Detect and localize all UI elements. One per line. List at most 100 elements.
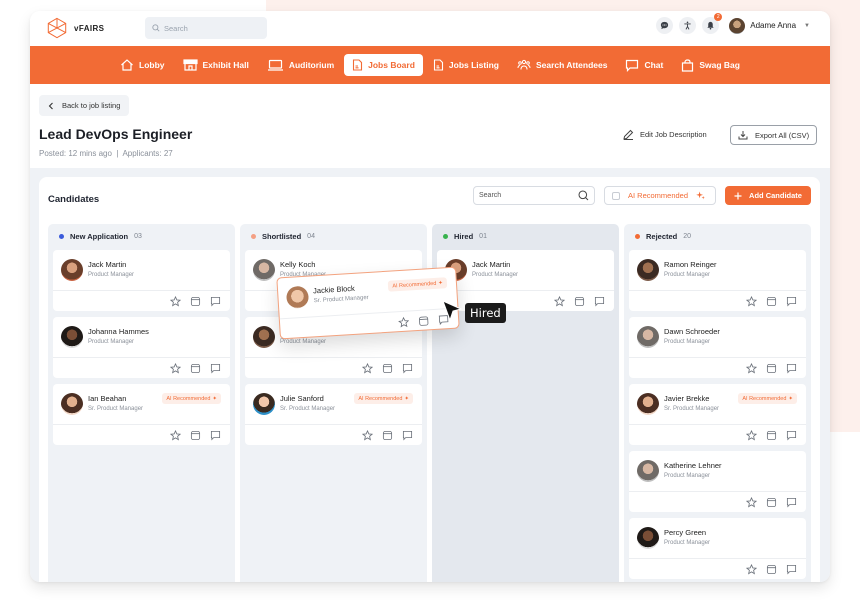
comment-icon[interactable] bbox=[402, 361, 413, 374]
column-rejected[interactable]: Rejected 20 Ramon Reinger Product Manager Da… bbox=[624, 224, 811, 582]
dragged-candidate-card[interactable]: Jackie Block Sr. Product Manager AI Reco… bbox=[276, 266, 460, 340]
global-search-input[interactable]: Search bbox=[145, 17, 267, 39]
nav-item-exhibit-hall[interactable]: Exhibit Hall bbox=[175, 54, 257, 76]
star-icon[interactable] bbox=[361, 361, 374, 374]
edit-label: Edit Job Description bbox=[640, 130, 707, 139]
star-icon[interactable] bbox=[398, 315, 410, 328]
candidate-card[interactable]: Katherine Lehner Product Manager bbox=[629, 451, 806, 512]
star-icon[interactable] bbox=[169, 294, 182, 307]
calendar-icon[interactable] bbox=[766, 562, 777, 575]
job-meta: Posted: 12 mins ago | Applicants: 27 bbox=[39, 149, 173, 158]
nav-item-swag-bag[interactable]: Swag Bag bbox=[673, 54, 748, 77]
candidate-name: Johanna Hammes bbox=[88, 327, 149, 336]
calendar-icon[interactable] bbox=[190, 428, 201, 441]
candidate-card[interactable]: Jack Martin Product Manager bbox=[437, 250, 614, 311]
bag-icon bbox=[682, 58, 694, 72]
calendar-icon[interactable] bbox=[190, 294, 201, 307]
candidate-card[interactable]: Percy Green Product Manager bbox=[629, 518, 806, 579]
calendar-icon[interactable] bbox=[382, 361, 393, 374]
card-divider bbox=[629, 558, 806, 559]
star-icon[interactable] bbox=[553, 294, 566, 307]
nav-item-auditorium[interactable]: Auditorium bbox=[259, 54, 342, 76]
nav-label: Lobby bbox=[139, 60, 165, 70]
star-icon[interactable] bbox=[745, 428, 758, 441]
cursor-arrow-icon bbox=[442, 300, 463, 322]
card-actions bbox=[745, 428, 797, 441]
column-new-application[interactable]: New Application 03 Jack Martin Product Mana… bbox=[48, 224, 235, 582]
drop-target-tooltip: Hired bbox=[465, 303, 506, 323]
candidate-search-input[interactable]: Search bbox=[473, 186, 595, 205]
chat-icon bbox=[626, 59, 639, 72]
calendar-icon[interactable] bbox=[766, 361, 777, 374]
star-icon[interactable] bbox=[169, 428, 182, 441]
nav-item-search-attendees[interactable]: Search Attendees bbox=[509, 54, 616, 76]
star-icon[interactable] bbox=[745, 294, 758, 307]
user-menu[interactable]: Adame Anna ▼ bbox=[729, 17, 810, 34]
notifications-button[interactable]: 2 bbox=[702, 13, 723, 34]
comment-icon[interactable] bbox=[786, 361, 797, 374]
candidate-card[interactable]: Ian Beahan Sr. Product Manager AI Recommen… bbox=[53, 384, 230, 445]
nav-item-jobs-board[interactable]: Jobs Board bbox=[344, 54, 423, 76]
calendar-icon[interactable] bbox=[418, 313, 430, 326]
notification-badge: 2 bbox=[714, 13, 723, 21]
comment-icon[interactable] bbox=[402, 428, 413, 441]
star-icon[interactable] bbox=[361, 428, 374, 441]
back-to-job-listing-button[interactable]: Back to job listing bbox=[39, 95, 130, 116]
candidate-role: Product Manager bbox=[88, 272, 135, 278]
star-icon[interactable] bbox=[745, 495, 758, 508]
column-name: Rejected bbox=[646, 232, 678, 241]
export-csv-button[interactable]: Export All (CSV) bbox=[730, 125, 818, 145]
search-icon bbox=[578, 190, 589, 201]
candidate-role: Product Manager bbox=[88, 339, 135, 345]
star-icon[interactable] bbox=[745, 562, 758, 575]
comment-icon[interactable] bbox=[786, 562, 797, 575]
column-header: Shortlisted 04 bbox=[251, 232, 315, 241]
candidate-avatar bbox=[637, 393, 659, 415]
calendar-icon[interactable] bbox=[766, 495, 777, 508]
candidate-avatar bbox=[253, 259, 275, 281]
candidate-card[interactable]: Javier Brekke Sr. Product Manager AI Recom… bbox=[629, 384, 806, 445]
nav-item-chat[interactable]: Chat bbox=[617, 54, 671, 77]
accessibility-button[interactable] bbox=[679, 17, 697, 34]
nav-item-lobby[interactable]: Lobby bbox=[112, 54, 173, 76]
candidate-card[interactable]: Julie Sanford Sr. Product Manager AI Recom… bbox=[245, 384, 422, 445]
candidate-card[interactable]: Jack Martin Product Manager bbox=[53, 250, 230, 311]
candidate-avatar bbox=[61, 326, 83, 348]
column-hired[interactable]: Hired 01 Jack Martin Product Manager bbox=[432, 224, 619, 582]
messages-button[interactable] bbox=[656, 17, 674, 34]
candidate-role: Sr. Product Manager bbox=[664, 406, 720, 412]
column-name: New Application bbox=[70, 232, 129, 241]
ai-recommended-checkbox[interactable] bbox=[612, 191, 620, 200]
comment-icon[interactable] bbox=[786, 495, 797, 508]
accessibility-icon bbox=[684, 21, 691, 30]
column-name: Shortlisted bbox=[262, 232, 302, 241]
comment-icon[interactable] bbox=[786, 294, 797, 307]
comment-icon[interactable] bbox=[594, 294, 605, 307]
comment-icon[interactable] bbox=[786, 428, 797, 441]
card-divider bbox=[629, 357, 806, 358]
candidate-avatar bbox=[637, 460, 659, 482]
candidate-card[interactable]: Dawn Schroeder Product Manager bbox=[629, 317, 806, 378]
calendar-icon[interactable] bbox=[382, 428, 393, 441]
column-name: Hired bbox=[454, 232, 474, 241]
candidate-card[interactable]: Johanna Hammes Product Manager bbox=[53, 317, 230, 378]
brand-logo[interactable]: vFAIRS bbox=[46, 17, 104, 39]
calendar-icon[interactable] bbox=[574, 294, 585, 307]
calendar-icon[interactable] bbox=[766, 428, 777, 441]
comment-icon[interactable] bbox=[210, 428, 221, 441]
add-candidate-button[interactable]: Add Candidate bbox=[725, 186, 811, 205]
ai-recommended-filter[interactable]: AI Recommended bbox=[604, 186, 716, 205]
nav-item-jobs-listing[interactable]: Jobs Listing bbox=[425, 54, 507, 76]
candidate-role: Product Manager bbox=[664, 540, 711, 546]
candidate-name: Jack Martin bbox=[88, 260, 127, 269]
star-icon[interactable] bbox=[169, 361, 182, 374]
card-actions bbox=[553, 294, 605, 307]
star-icon[interactable] bbox=[745, 361, 758, 374]
calendar-icon[interactable] bbox=[766, 294, 777, 307]
candidate-card[interactable]: Ramon Reinger Product Manager bbox=[629, 250, 806, 311]
comment-icon[interactable] bbox=[210, 294, 221, 307]
user-avatar bbox=[729, 17, 746, 34]
calendar-icon[interactable] bbox=[190, 361, 201, 374]
edit-job-description-button[interactable]: Edit Job Description bbox=[623, 129, 707, 140]
comment-icon[interactable] bbox=[210, 361, 221, 374]
